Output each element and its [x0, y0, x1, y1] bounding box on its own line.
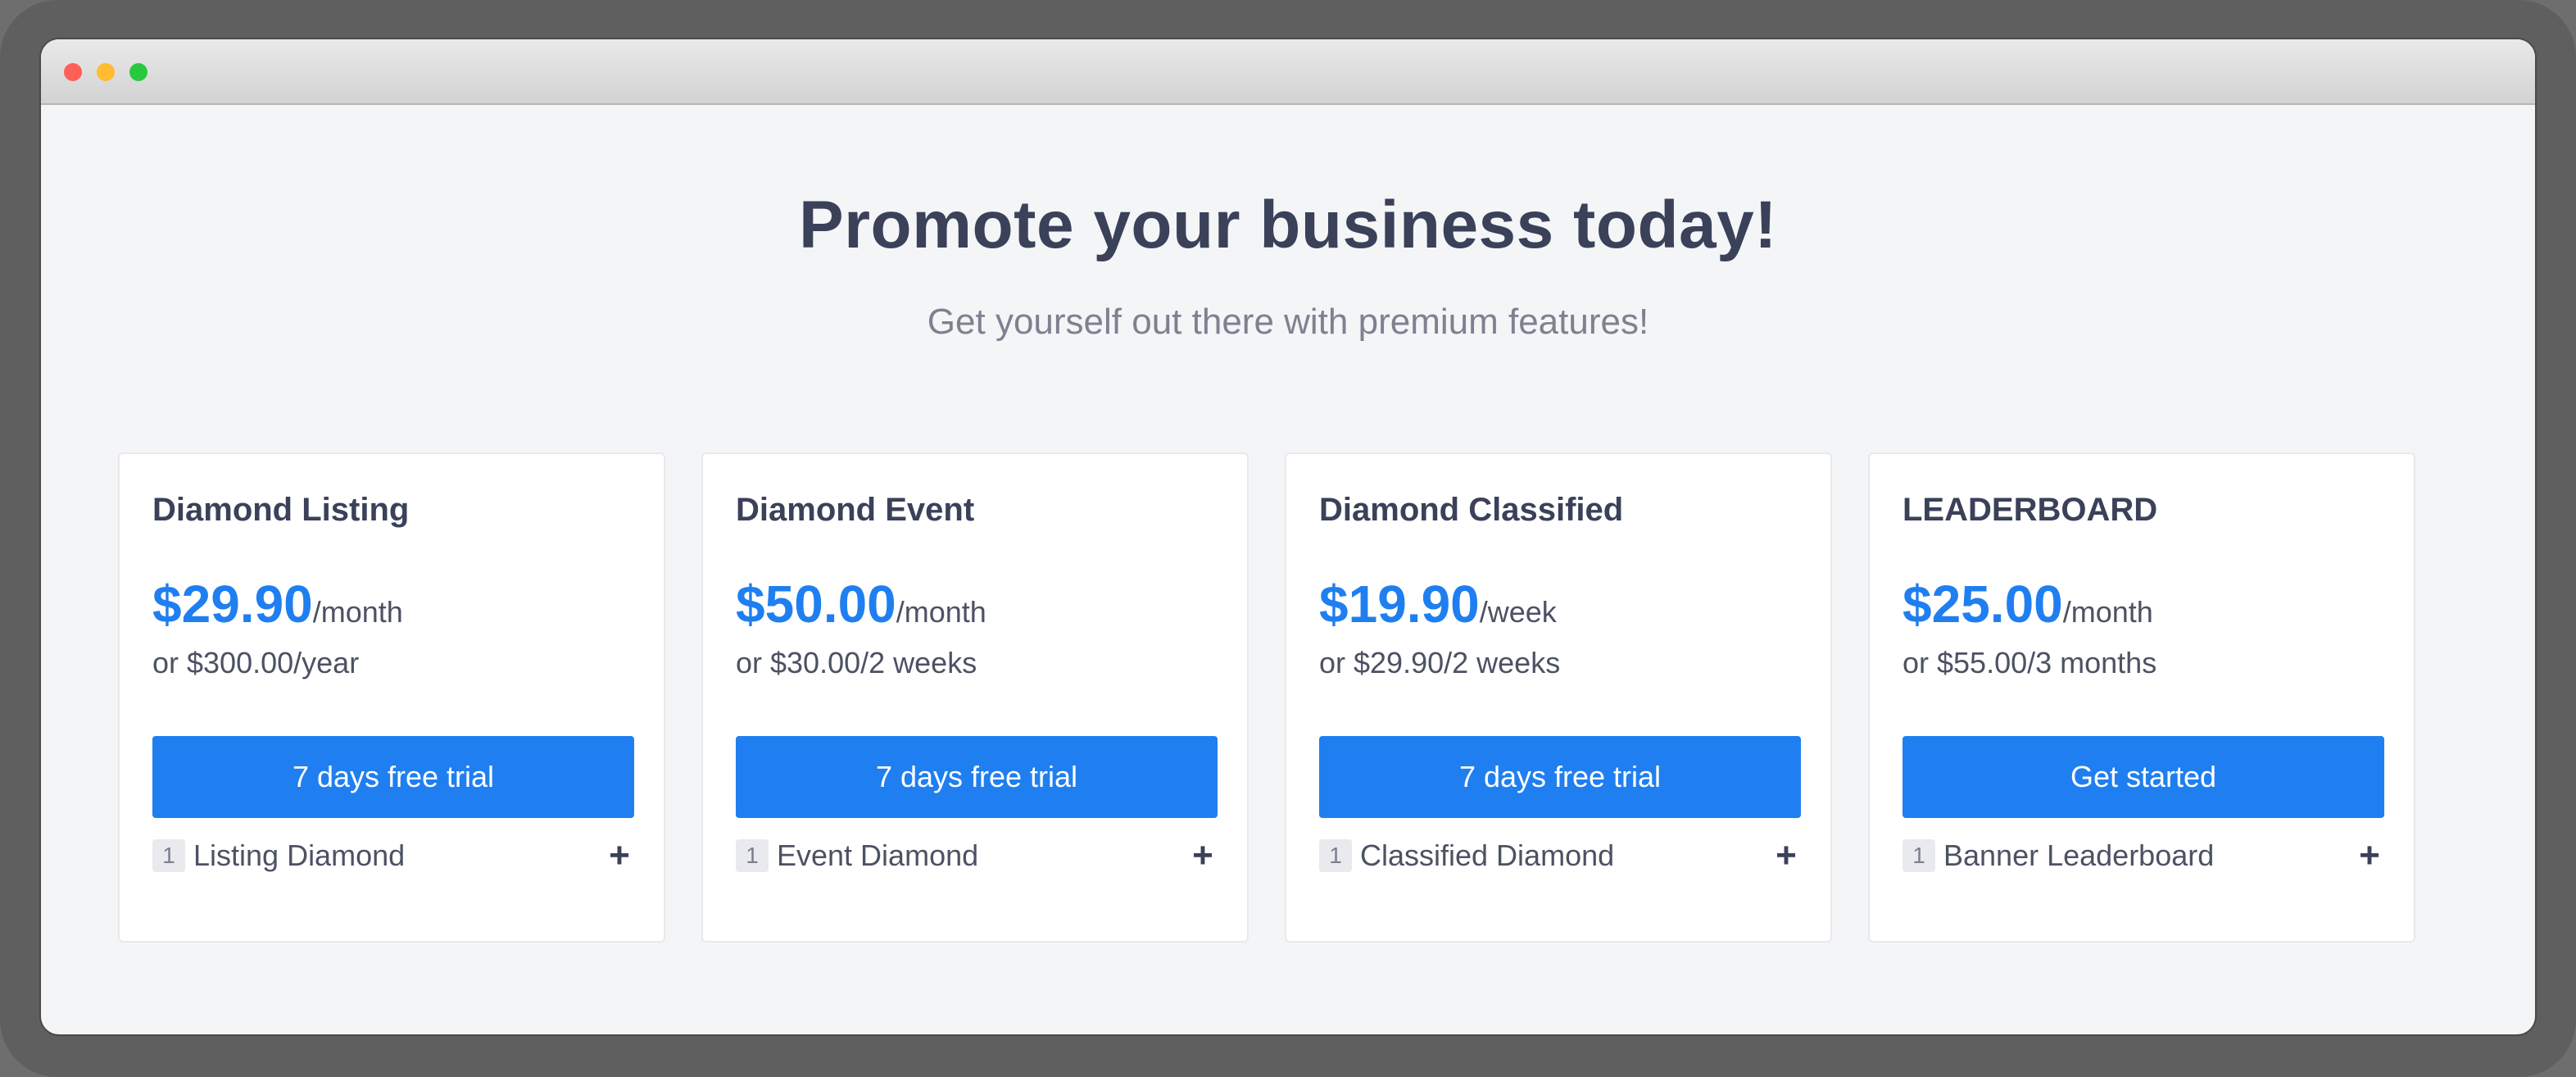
pricing-page: Promote your business today! Get yoursel…: [41, 105, 2535, 1034]
pricing-card-diamond-classified: Diamond Classified $19.90/week or $29.90…: [1285, 452, 1832, 943]
feature-label: Listing Diamond: [193, 838, 406, 872]
pricing-card-diamond-listing: Diamond Listing $29.90/month or $300.00/…: [118, 452, 665, 943]
plan-alt-price: or $300.00/year: [152, 646, 360, 679]
plan-price: $19.90: [1319, 575, 1480, 634]
feature-quantity-badge: 1: [1903, 839, 1935, 872]
plan-name: Diamond Classified: [1319, 492, 1624, 528]
plus-icon[interactable]: +: [1188, 838, 1218, 874]
plan-name: Diamond Event: [736, 492, 975, 528]
plus-icon[interactable]: +: [605, 838, 634, 874]
get-started-button[interactable]: Get started: [1903, 736, 2384, 818]
pricing-card-leaderboard: LEADERBOARD $25.00/month or $55.00/3 mon…: [1868, 452, 2415, 943]
plan-alt-price: or $30.00/2 weeks: [736, 646, 977, 679]
page-subtitle: Get yourself out there with premium feat…: [927, 302, 1649, 342]
plan-price: $50.00: [736, 575, 896, 634]
pricing-card-diamond-event: Diamond Event $50.00/month or $30.00/2 w…: [701, 452, 1249, 943]
free-trial-button[interactable]: 7 days free trial: [152, 736, 634, 818]
plan-alt-price: or $29.90/2 weeks: [1319, 646, 1561, 679]
plan-price: $29.90: [152, 575, 313, 634]
maximize-window-button[interactable]: [129, 63, 147, 81]
plan-feature-row[interactable]: 1 Classified Diamond +: [1319, 838, 1801, 874]
close-window-button[interactable]: [64, 63, 82, 81]
feature-quantity-badge: 1: [152, 839, 185, 872]
plan-price-row: $25.00/month: [1903, 574, 2153, 634]
plan-name: Diamond Listing: [152, 492, 410, 528]
plan-alt-price: or $55.00/3 months: [1903, 646, 2157, 679]
plan-feature-row[interactable]: 1 Event Diamond +: [736, 838, 1218, 874]
feature-label: Classified Diamond: [1360, 838, 1615, 872]
page-title: Promote your business today!: [798, 188, 1778, 262]
plan-price: $25.00: [1903, 575, 2063, 634]
browser-window: Promote your business today! Get yoursel…: [41, 39, 2535, 1034]
feature-label: Banner Leaderboard: [1943, 838, 2215, 872]
plan-period: /month: [312, 595, 403, 629]
free-trial-button[interactable]: 7 days free trial: [1319, 736, 1801, 818]
plan-period: /month: [896, 595, 986, 629]
plus-icon[interactable]: +: [1771, 838, 1801, 874]
feature-quantity-badge: 1: [736, 839, 769, 872]
minimize-window-button[interactable]: [97, 63, 115, 81]
plan-period: /week: [1479, 595, 1557, 629]
feature-label: Event Diamond: [777, 838, 979, 872]
plan-name: LEADERBOARD: [1903, 492, 2158, 528]
plus-icon[interactable]: +: [2355, 838, 2384, 874]
window-titlebar: [41, 39, 2535, 105]
pricing-cards: Diamond Listing $29.90/month or $300.00/…: [118, 452, 2420, 944]
plan-price-row: $19.90/week: [1319, 574, 1557, 634]
plan-price-row: $29.90/month: [152, 574, 403, 634]
plan-period: /month: [2062, 595, 2153, 629]
free-trial-button[interactable]: 7 days free trial: [736, 736, 1218, 818]
plan-feature-row[interactable]: 1 Banner Leaderboard +: [1903, 838, 2384, 874]
plan-price-row: $50.00/month: [736, 574, 986, 634]
feature-quantity-badge: 1: [1319, 839, 1352, 872]
plan-feature-row[interactable]: 1 Listing Diamond +: [152, 838, 634, 874]
